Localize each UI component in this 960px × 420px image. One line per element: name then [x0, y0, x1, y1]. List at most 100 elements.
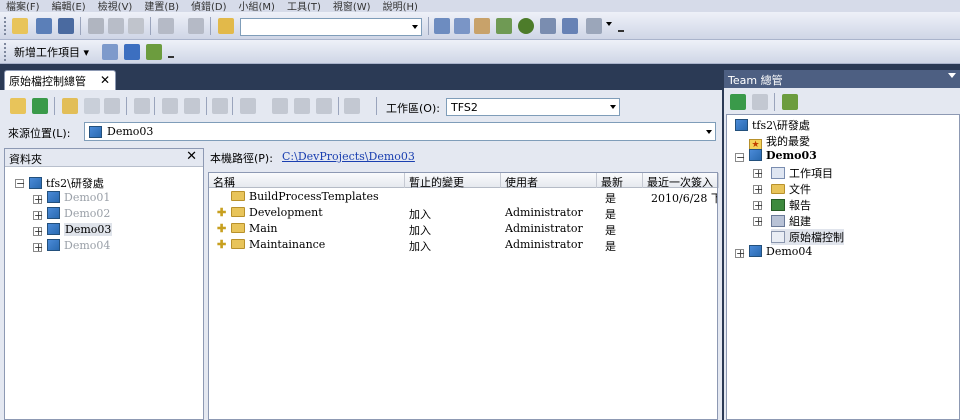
- column-header-latest[interactable]: 最新: [597, 173, 643, 189]
- team-toolbar: 新增工作項目 ▾: [0, 40, 960, 64]
- properties-icon[interactable]: [454, 18, 470, 34]
- menu-view[interactable]: 檢視(V): [92, 3, 139, 13]
- solution-config-combo[interactable]: [240, 18, 422, 36]
- compare-icon[interactable]: [240, 98, 256, 114]
- new-work-item-button[interactable]: 新增工作項目 ▾: [14, 44, 89, 60]
- undo-icon[interactable]: [158, 18, 174, 34]
- new-project-icon[interactable]: [12, 18, 28, 34]
- tree-item-reports[interactable]: 報告: [771, 197, 811, 213]
- chevron-down-icon[interactable]: [606, 22, 612, 29]
- menu-build[interactable]: 建置(B): [138, 3, 185, 13]
- menu-window[interactable]: 視窗(W): [327, 3, 377, 13]
- workspace-combo[interactable]: TFS2: [446, 98, 620, 116]
- tree-item-work-items[interactable]: 工作項目: [771, 165, 833, 181]
- start-page-icon[interactable]: [518, 18, 534, 34]
- item-user: Administrator: [505, 206, 583, 219]
- start-debug-icon[interactable]: [218, 18, 234, 34]
- menu-team[interactable]: 小組(M): [233, 3, 281, 13]
- refresh-icon[interactable]: [32, 98, 48, 114]
- class-view-icon[interactable]: [540, 18, 556, 34]
- close-icon[interactable]: ✕: [186, 149, 197, 164]
- copy-icon[interactable]: [108, 18, 124, 34]
- shelve-icon[interactable]: [316, 98, 332, 114]
- paste-icon[interactable]: [128, 18, 144, 34]
- source-location-combo[interactable]: Demo03: [84, 122, 716, 141]
- cut-icon[interactable]: [88, 18, 104, 34]
- list-item[interactable]: BuildProcessTemplates 是 2010/6/28 下午: [209, 189, 717, 205]
- team-project-icon: [47, 191, 60, 203]
- local-path-link[interactable]: C:\DevProjects\Demo03: [282, 150, 415, 163]
- toolbar-overflow-icon[interactable]: [618, 26, 624, 32]
- object-browser-icon[interactable]: [474, 18, 490, 34]
- column-header-user[interactable]: 使用者: [501, 173, 597, 189]
- branch-icon[interactable]: [344, 98, 360, 114]
- expand-icon[interactable]: +: [753, 184, 763, 195]
- team-explorer-icon[interactable]: [562, 18, 578, 34]
- toolbar-grip[interactable]: [4, 17, 7, 35]
- list-item[interactable]: ✚ Development 加入 Administrator 是: [209, 205, 717, 221]
- tree-item-demo02[interactable]: Demo02: [47, 207, 110, 220]
- expand-icon[interactable]: +: [753, 200, 763, 211]
- toolbar-grip[interactable]: [4, 43, 7, 61]
- tree-item-demo03[interactable]: Demo03: [749, 149, 817, 162]
- expand-icon[interactable]: +: [753, 216, 763, 227]
- command-window-icon[interactable]: [586, 18, 602, 34]
- team-explorer: tfs2\研發處 ★ 我的最愛 − Demo03 + 工作項目 + 文件 + 報告…: [724, 88, 960, 420]
- expand-icon[interactable]: +: [753, 168, 763, 179]
- expand-icon[interactable]: +: [33, 226, 43, 237]
- expand-icon[interactable]: +: [735, 248, 745, 259]
- tree-item-demo04[interactable]: Demo04: [47, 239, 110, 252]
- check-out-icon[interactable]: [162, 98, 178, 114]
- expand-icon[interactable]: +: [33, 242, 43, 253]
- toolbar-overflow-icon[interactable]: [168, 52, 174, 58]
- close-icon[interactable]: ✕: [100, 73, 110, 87]
- save-all-icon[interactable]: [58, 18, 74, 34]
- collapse-icon[interactable]: −: [15, 178, 25, 189]
- menu-tools[interactable]: 工具(T): [281, 3, 327, 13]
- toolbar-separator: [150, 17, 151, 35]
- build-icon[interactable]: [146, 44, 162, 60]
- arrow-right-icon[interactable]: [124, 44, 140, 60]
- menu-file[interactable]: 檔案(F): [0, 3, 46, 13]
- expand-icon[interactable]: +: [33, 194, 43, 205]
- chevron-down-icon[interactable]: [948, 73, 956, 82]
- collapse-icon[interactable]: −: [735, 152, 745, 163]
- tree-item-root[interactable]: tfs2\研發處: [29, 175, 104, 191]
- tree-item-server[interactable]: tfs2\研發處: [735, 117, 810, 133]
- add-files-icon[interactable]: [84, 98, 100, 114]
- solution-explorer-icon[interactable]: [434, 18, 450, 34]
- redo-icon[interactable]: [188, 18, 204, 34]
- builds-icon: [771, 215, 785, 227]
- column-header-pending-change[interactable]: 暫止的變更: [405, 173, 501, 189]
- go-to-work-item-icon[interactable]: [102, 44, 118, 60]
- tree-item-demo01[interactable]: Demo01: [47, 191, 110, 204]
- tree-item-source-control[interactable]: 原始檔控制: [771, 229, 844, 245]
- check-in-icon[interactable]: [184, 98, 200, 114]
- team-project-icon: [749, 245, 762, 257]
- tree-item-builds[interactable]: 組建: [771, 213, 811, 229]
- refresh-icon[interactable]: [730, 94, 746, 110]
- tree-item-documents[interactable]: 文件: [771, 181, 811, 197]
- list-item[interactable]: ✚ Maintainance 加入 Administrator 是: [209, 237, 717, 253]
- toolbox-icon[interactable]: [496, 18, 512, 34]
- annotate-icon[interactable]: [272, 98, 288, 114]
- menu-help[interactable]: 說明(H): [377, 3, 424, 13]
- get-latest-icon[interactable]: [134, 98, 150, 114]
- folder-open-icon[interactable]: [10, 98, 26, 114]
- column-header-last-checkin[interactable]: 最近一次簽入: [643, 173, 719, 188]
- column-header-name[interactable]: 名稱: [209, 173, 405, 189]
- undo-pending-icon[interactable]: [212, 98, 228, 114]
- stop-icon[interactable]: [752, 94, 768, 110]
- delete-icon[interactable]: [104, 98, 120, 114]
- tree-item-demo04[interactable]: Demo04: [749, 245, 812, 258]
- menu-edit[interactable]: 編輯(E): [46, 3, 92, 13]
- list-item[interactable]: ✚ Main 加入 Administrator 是: [209, 221, 717, 237]
- history-icon[interactable]: [294, 98, 310, 114]
- tree-item-demo03[interactable]: Demo03: [47, 223, 113, 236]
- tab-source-control-explorer[interactable]: 原始檔控制總管 ✕: [4, 70, 116, 90]
- save-icon[interactable]: [36, 18, 52, 34]
- connect-icon[interactable]: [782, 94, 798, 110]
- menu-debug[interactable]: 偵錯(D): [185, 3, 233, 13]
- new-folder-icon[interactable]: [62, 98, 78, 114]
- expand-icon[interactable]: +: [33, 210, 43, 221]
